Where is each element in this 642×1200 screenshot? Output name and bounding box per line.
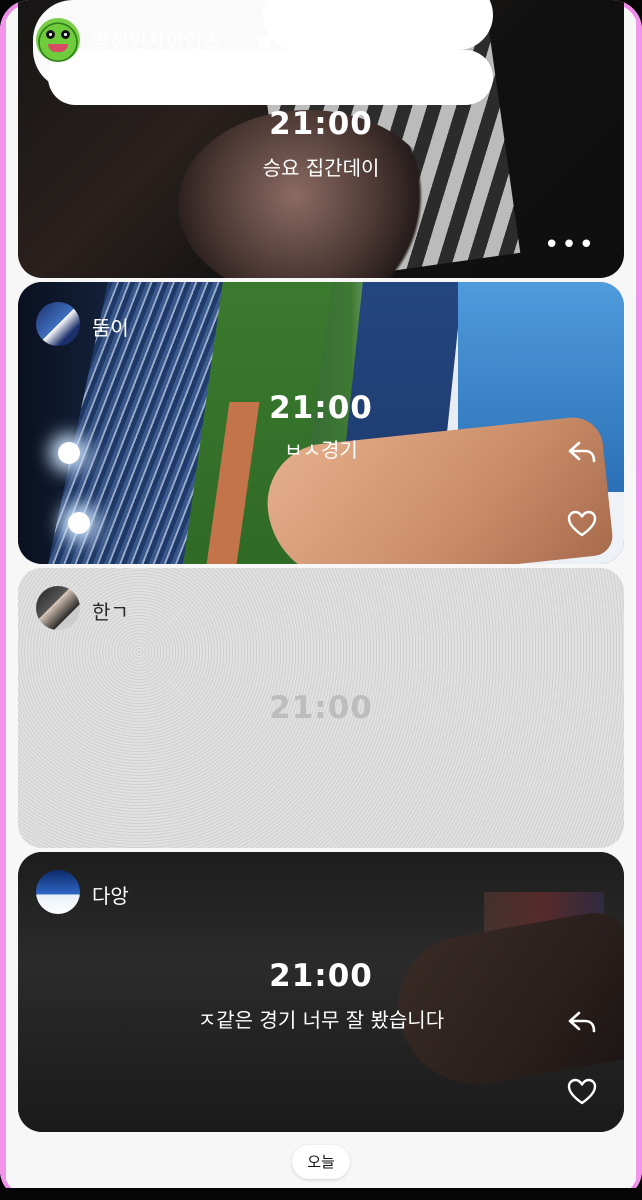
post-caption: ㅂㅅ경기 [284,438,358,462]
post-time: 21:00 [269,390,373,426]
avatar-eye [46,30,55,39]
post-caption: ㅈ같은 경기 너무 잘 봤습니다 [197,1008,445,1032]
photo-floodlight [68,512,90,534]
post-caption: 승요 집간데이 [262,156,380,180]
reply-icon[interactable] [566,436,598,468]
post-time: 21:00 [269,958,373,994]
frame-edge [636,0,642,1200]
more-icon[interactable]: ••• [544,232,596,258]
username[interactable]: 박정민자이언츠 [92,25,221,54]
avatar-eye [61,30,70,39]
heart-icon[interactable] [566,1076,598,1108]
heart-icon[interactable] [566,508,598,540]
post-card[interactable]: 박정민자이언츠 21:00 승요 집간데이 ••• [18,0,624,278]
feed-screen: 박정민자이언츠 21:00 승요 집간데이 ••• 뚬이 21:00 ㅂㅅ경기 [0,0,642,1200]
post-time: 21:00 [269,106,373,142]
frame-edge [0,0,6,1200]
redaction-scribble [48,50,493,105]
post-card[interactable]: 뚬이 21:00 ㅂㅅ경기 [18,282,624,564]
username[interactable]: 다앙 [92,880,129,909]
today-button[interactable]: 오늘 [292,1145,350,1179]
bottom-bar [0,1188,642,1200]
avatar[interactable] [36,586,80,630]
avatar[interactable] [36,18,80,62]
post-card[interactable]: 한ㄱ 21:00 [18,568,624,848]
reply-icon[interactable] [566,1006,598,1038]
post-time: 21:00 [269,690,373,726]
avatar-mouth [48,44,68,52]
username[interactable]: 한ㄱ [92,596,129,625]
avatar[interactable] [36,302,80,346]
post-card[interactable]: 다앙 21:00 ㅈ같은 경기 너무 잘 봤습니다 [18,852,624,1132]
username[interactable]: 뚬이 [92,312,129,341]
avatar[interactable] [36,870,80,914]
